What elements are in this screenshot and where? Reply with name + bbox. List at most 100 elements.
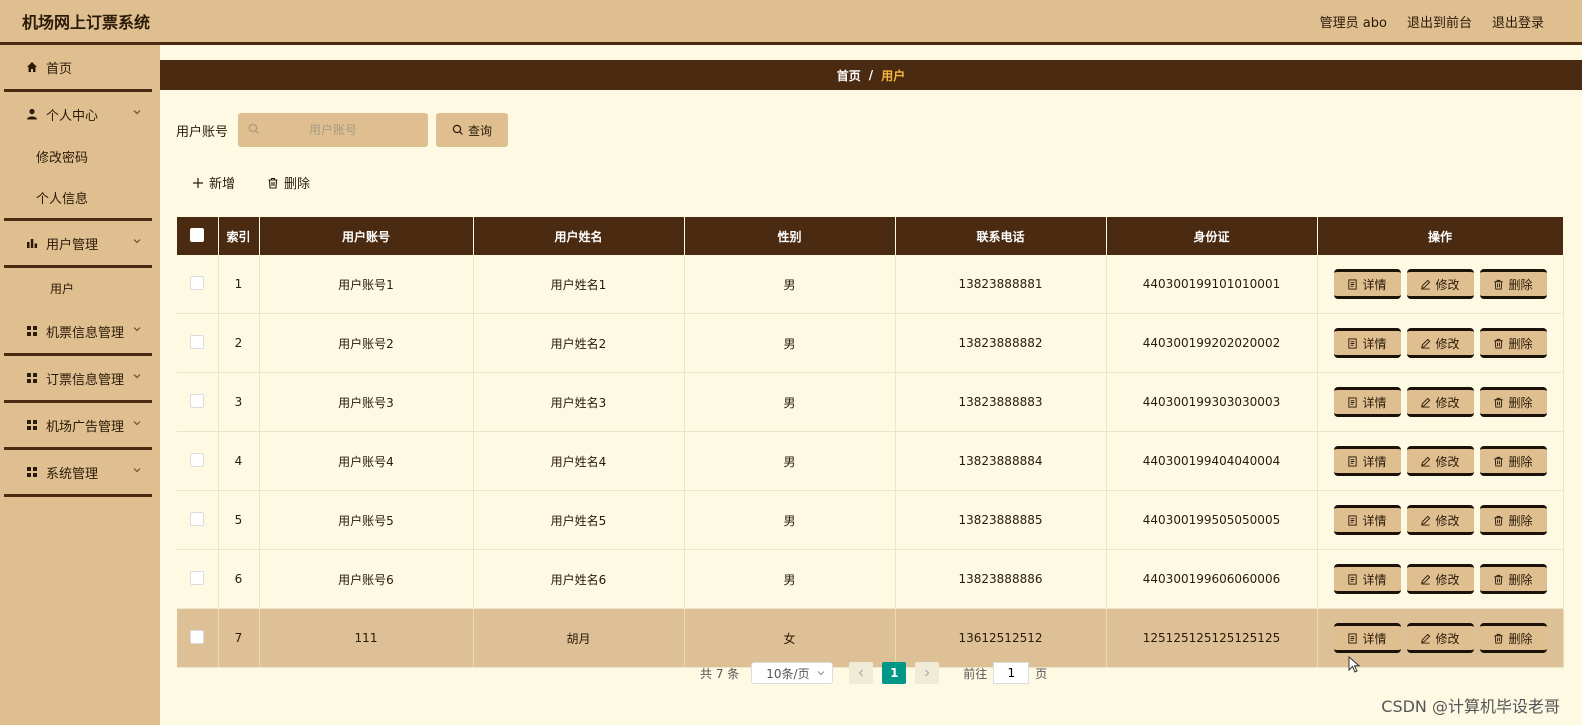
detail-button[interactable]: 详情 — [1333, 446, 1401, 476]
detail-button[interactable]: 详情 — [1333, 564, 1401, 594]
delete-button[interactable]: 删除 — [1479, 446, 1547, 476]
row-checkbox[interactable] — [190, 275, 205, 290]
detail-button[interactable]: 详情 — [1333, 505, 1401, 535]
pencil-icon — [1421, 338, 1431, 349]
cell-id-card: 440300199404040004 — [1106, 431, 1318, 491]
edit-button[interactable]: 修改 — [1406, 623, 1474, 653]
table-row: 1 用户账号1 用户姓名1 男 13823888881 440300199101… — [177, 255, 1564, 314]
chevron-left-icon — [858, 669, 864, 677]
cell-phone: 13823888884 — [895, 431, 1107, 491]
document-icon — [1348, 573, 1358, 585]
detail-button-label: 详情 — [1362, 572, 1387, 587]
sidebar-item-user-management[interactable]: 用户管理 — [4, 218, 152, 265]
home-icon — [26, 61, 38, 73]
detail-button[interactable]: 详情 — [1333, 387, 1401, 417]
cell-id-card: 440300199505050005 — [1106, 490, 1318, 550]
chevron-down-icon — [132, 235, 142, 250]
edit-button[interactable]: 修改 — [1406, 269, 1474, 299]
breadcrumb-home[interactable]: 首页 — [837, 67, 861, 84]
delete-button[interactable]: 删除 — [1479, 387, 1547, 417]
cell-gender: 男 — [684, 313, 896, 373]
cell-id-card: 440300199202020002 — [1106, 313, 1318, 373]
exit-to-frontend-link[interactable]: 退出到前台 — [1407, 12, 1472, 31]
delete-button[interactable]: 删除 — [1479, 505, 1547, 535]
query-button[interactable]: 查询 — [436, 113, 509, 147]
detail-button[interactable]: 详情 — [1333, 269, 1401, 299]
cell-id-card: 440300199101010001 — [1106, 255, 1318, 314]
next-page-button[interactable] — [915, 662, 940, 684]
page-size-select[interactable]: 10条/页 — [751, 662, 834, 684]
row-checkbox[interactable] — [190, 570, 205, 585]
pencil-icon — [1421, 456, 1431, 467]
sidebar-item-personal-center[interactable]: 个人中心 — [4, 92, 152, 136]
delete-button[interactable]: 删除 — [1479, 564, 1547, 594]
edit-button[interactable]: 修改 — [1406, 328, 1474, 358]
sidebar-item-ad-management[interactable]: 机场广告管理 — [4, 403, 152, 450]
sidebar-item-system-management[interactable]: 系统管理 — [4, 450, 152, 497]
goto-prefix: 前往 — [963, 666, 988, 681]
cell-gender: 男 — [684, 549, 896, 609]
breadcrumb: 首页 / 用户 — [160, 60, 1582, 90]
row-checkbox[interactable] — [190, 393, 205, 408]
chevron-down-icon — [817, 671, 825, 676]
detail-button[interactable]: 详情 — [1333, 623, 1401, 653]
prev-page-button[interactable] — [849, 662, 874, 684]
delete-button[interactable]: 删除 — [1479, 328, 1547, 358]
cell-account: 用户账号6 — [259, 549, 474, 609]
sidebar-item-label: 系统管理 — [46, 466, 99, 482]
row-checkbox[interactable] — [190, 511, 205, 526]
logout-link[interactable]: 退出登录 — [1492, 12, 1544, 31]
bulk-delete-button[interactable]: 删除 — [267, 173, 310, 192]
sidebar-item-home[interactable]: 首页 — [4, 45, 152, 92]
edit-button[interactable]: 修改 — [1406, 505, 1474, 535]
cell-gender: 男 — [684, 372, 896, 432]
edit-button[interactable]: 修改 — [1406, 446, 1474, 476]
pagination-total: 共 7 条 — [700, 666, 740, 681]
sidebar-item-label: 个人中心 — [46, 108, 99, 124]
cell-account: 用户账号5 — [259, 490, 474, 550]
select-all-cell — [177, 217, 219, 255]
goto-page-input[interactable] — [993, 662, 1030, 684]
select-all-checkbox[interactable] — [190, 227, 205, 242]
table-row: 5 用户账号5 用户姓名5 男 13823888885 440300199505… — [177, 490, 1564, 550]
breadcrumb-current: 用户 — [881, 68, 906, 83]
page-size-value: 10条/页 — [766, 666, 810, 681]
detail-button-label: 详情 — [1362, 513, 1387, 528]
cell-name: 胡月 — [473, 608, 685, 668]
users-table: 索引 用户账号 用户姓名 性别 联系电话 身份证 操作 1 用户账号1 用户姓名… — [177, 217, 1564, 668]
delete-button[interactable]: 删除 — [1479, 623, 1547, 653]
cell-actions: 详情 修改 删除 — [1317, 313, 1564, 373]
sidebar-item-change-password[interactable]: 修改密码 — [0, 136, 160, 177]
sidebar-item-booking-info-management[interactable]: 订票信息管理 — [4, 356, 152, 403]
query-button-label: 查询 — [468, 123, 493, 138]
cell-name: 用户姓名2 — [473, 313, 685, 373]
page-number-button[interactable]: 1 — [882, 662, 907, 684]
header-actions: 管理员 abo 退出到前台 退出登录 — [1320, 12, 1544, 31]
delete-button[interactable]: 删除 — [1479, 269, 1547, 299]
top-header: 机场网上订票系统 管理员 abo 退出到前台 退出登录 — [0, 0, 1582, 45]
row-checkbox[interactable] — [190, 629, 205, 644]
edit-button[interactable]: 修改 — [1406, 564, 1474, 594]
goto-page: 前往 页 — [963, 662, 1047, 684]
row-checkbox[interactable] — [190, 334, 205, 349]
cell-account: 用户账号1 — [259, 255, 474, 314]
row-checkbox[interactable] — [190, 452, 205, 467]
trash-icon — [1494, 338, 1504, 349]
add-button[interactable]: 新增 — [192, 173, 235, 192]
trash-icon — [1494, 633, 1504, 644]
user-icon — [26, 108, 38, 120]
cell-gender: 男 — [684, 431, 896, 491]
sidebar-item-personal-info[interactable]: 个人信息 — [0, 177, 160, 218]
pencil-icon — [1421, 397, 1431, 408]
cell-index: 4 — [218, 431, 260, 491]
cell-account: 用户账号3 — [259, 372, 474, 432]
document-icon — [1348, 337, 1358, 349]
detail-button[interactable]: 详情 — [1333, 328, 1401, 358]
sidebar-item-users[interactable]: 用户 — [4, 268, 152, 309]
cell-account: 用户账号2 — [259, 313, 474, 373]
sidebar-item-ticket-info-management[interactable]: 机票信息管理 — [4, 309, 152, 356]
document-icon — [1348, 455, 1358, 467]
search-input[interactable] — [238, 112, 429, 148]
chevron-down-icon — [132, 464, 142, 479]
edit-button[interactable]: 修改 — [1406, 387, 1474, 417]
